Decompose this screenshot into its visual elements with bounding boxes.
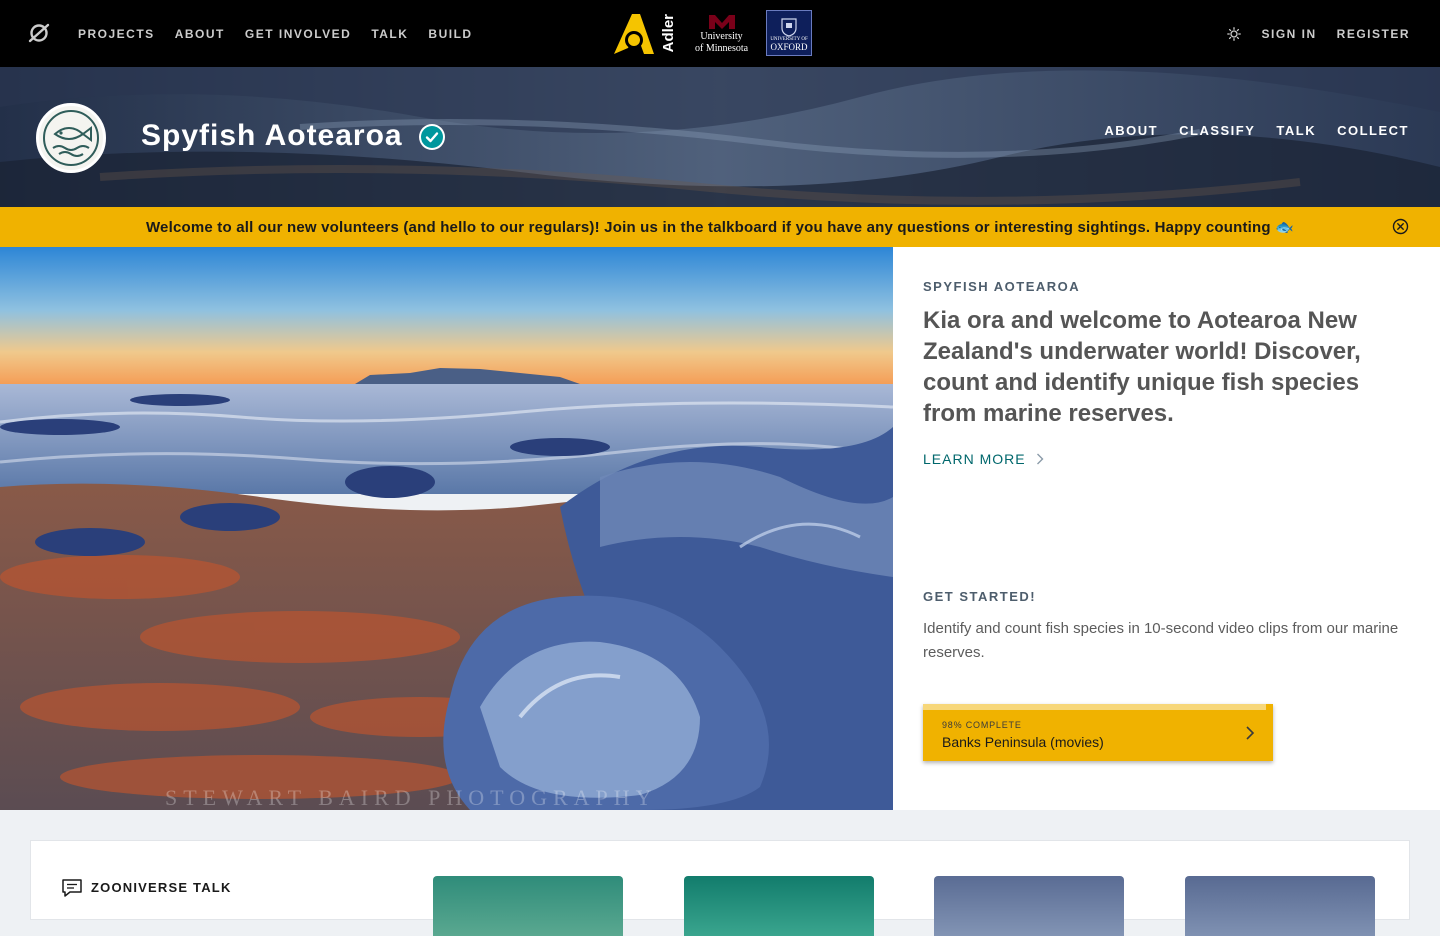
- learn-more-label: LEARN MORE: [923, 451, 1026, 467]
- close-circle-icon[interactable]: [1392, 218, 1409, 235]
- announcement-banner: Welcome to all our new volunteers (and h…: [0, 207, 1440, 247]
- chevron-right-icon: [1036, 453, 1044, 465]
- talk-thumbnail[interactable]: [433, 876, 623, 936]
- announcement-text: Welcome to all our new volunteers (and h…: [145, 219, 1295, 236]
- account-links: SIGN IN REGISTER: [1227, 0, 1410, 67]
- sun-icon[interactable]: [1227, 26, 1242, 41]
- project-nav-classify[interactable]: CLASSIFY: [1179, 123, 1255, 138]
- get-started-heading: GET STARTED!: [923, 589, 1037, 604]
- adler-logo[interactable]: Adler: [610, 10, 677, 56]
- talk-title: ZOONIVERSE TALK: [91, 880, 232, 895]
- zooniverse-logo-icon[interactable]: [28, 22, 50, 44]
- oxford-crest-icon: [781, 18, 797, 37]
- nav-projects[interactable]: PROJECTS: [78, 27, 155, 41]
- umn-line-1: University: [700, 31, 743, 42]
- adler-wordmark: Adler: [660, 13, 677, 53]
- workflow-progress-bar: [923, 704, 1266, 710]
- get-started-description: Identify and count fish species in 10-se…: [923, 620, 1399, 661]
- project-nav: ABOUT CLASSIFY TALK COLLECT: [1104, 123, 1409, 138]
- talk-thumbnail[interactable]: [684, 876, 874, 936]
- photo-watermark: STEWART BAIRD PHOTOGRAPHY: [165, 785, 658, 810]
- coastline-photo: [0, 247, 893, 810]
- project-title[interactable]: Spyfish Aotearoa: [141, 119, 403, 153]
- workflow-progress-label: 98% COMPLETE: [942, 720, 1022, 730]
- hero-content-panel: SPYFISH AOTEAROA Kia ora and welcome to …: [893, 247, 1440, 810]
- hero-background-image: STEWART BAIRD PHOTOGRAPHY: [0, 247, 893, 810]
- project-header: Spyfish Aotearoa ABOUT CLASSIFY TALK COL…: [0, 67, 1440, 207]
- zooniverse-topbar: PROJECTS ABOUT GET INVOLVED TALK BUILD A…: [0, 0, 1440, 67]
- project-avatar[interactable]: [36, 103, 106, 173]
- workflow-button[interactable]: 98% COMPLETE Banks Peninsula (movies): [923, 704, 1273, 761]
- nav-get-involved[interactable]: GET INVOLVED: [245, 27, 351, 41]
- register-link[interactable]: REGISTER: [1337, 27, 1410, 41]
- check-circle-icon: [419, 124, 445, 150]
- adler-star-icon: [614, 14, 654, 54]
- main-nav: PROJECTS ABOUT GET INVOLVED TALK BUILD: [78, 0, 473, 67]
- nav-talk[interactable]: TALK: [371, 27, 408, 41]
- learn-more-link[interactable]: LEARN MORE: [923, 451, 1044, 467]
- partner-logos: Adler University of Minnesota UNIVERSITY…: [610, 8, 813, 58]
- workflow-name: Banks Peninsula (movies): [942, 734, 1104, 750]
- project-nav-about[interactable]: ABOUT: [1104, 123, 1158, 138]
- talk-section: ZOONIVERSE TALK: [30, 840, 1410, 936]
- hero-project-label: SPYFISH AOTEAROA: [923, 279, 1081, 294]
- chevron-right-icon: [1246, 726, 1255, 740]
- talk-thumbnail[interactable]: [1185, 876, 1375, 936]
- nav-build[interactable]: BUILD: [428, 27, 472, 41]
- umn-logo[interactable]: University of Minnesota: [695, 11, 748, 55]
- chat-bubble-icon: [62, 879, 82, 897]
- project-nav-collect[interactable]: COLLECT: [1337, 123, 1409, 138]
- umn-line-2: of Minnesota: [695, 43, 749, 54]
- umn-m-icon: [708, 15, 735, 29]
- talk-thumbnail[interactable]: [934, 876, 1124, 936]
- project-nav-talk[interactable]: TALK: [1276, 123, 1316, 138]
- oxford-logo[interactable]: UNIVERSITY OF OXFORD: [766, 10, 813, 56]
- fish-logo-icon: [43, 110, 99, 166]
- nav-about[interactable]: ABOUT: [175, 27, 225, 41]
- oxford-text: OXFORD: [770, 42, 808, 52]
- sign-in-link[interactable]: SIGN IN: [1261, 27, 1316, 41]
- hero-description: Kia ora and welcome to Aotearoa New Zeal…: [923, 307, 1361, 427]
